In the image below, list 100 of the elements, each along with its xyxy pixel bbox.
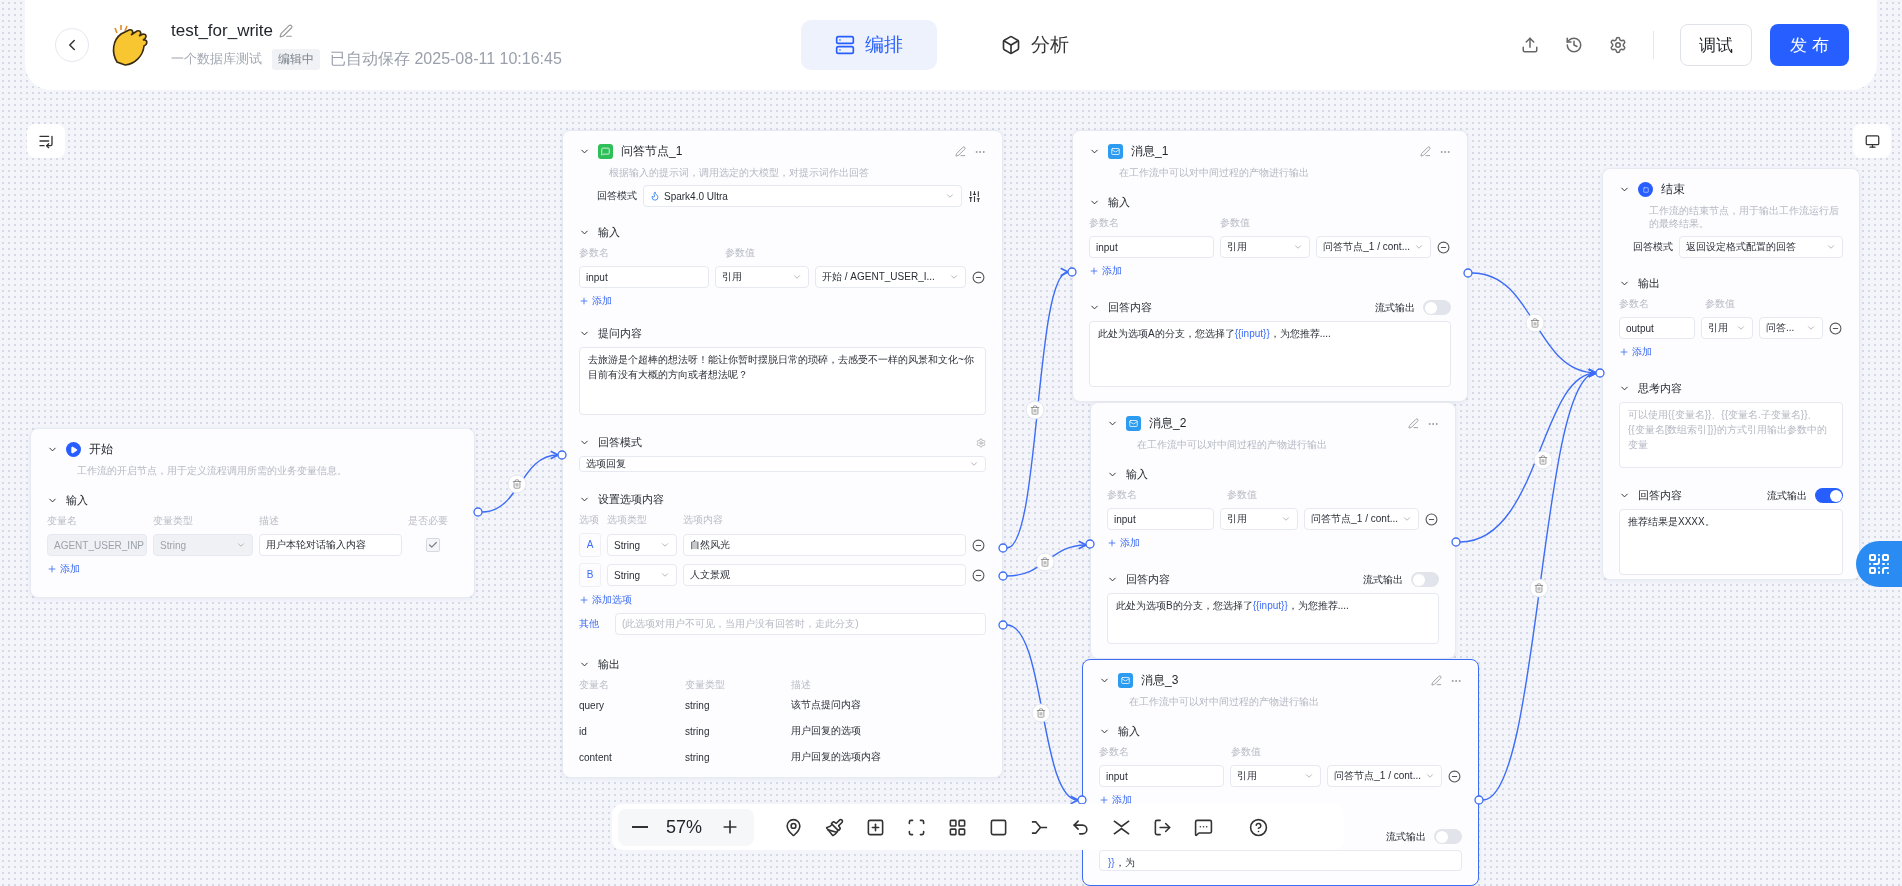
select-field[interactable]: 问答...: [1759, 317, 1823, 339]
connection-port[interactable]: [473, 507, 483, 517]
message-node[interactable]: 消息_2 在工作流中可以对中间过程的产物进行输出 输入 参数名 参数值 input 引用 问答节点_1 / cont... 添加 回答内容 流式输出 此处为选项B的分支，您选择了{{input}}，为您推荐....: [1090, 402, 1456, 659]
option-content-field[interactable]: 自然风光: [683, 534, 966, 556]
remove-icon[interactable]: [1448, 769, 1461, 783]
history-icon[interactable]: [1565, 36, 1584, 54]
edge-delete-button[interactable]: [1025, 400, 1045, 420]
connection-port[interactable]: [998, 620, 1008, 630]
answer-textarea[interactable]: 此处为选项B的分支，您选择了{{input}}，为您推荐....: [1107, 593, 1439, 644]
pencil-icon[interactable]: [955, 146, 966, 157]
select-field[interactable]: 问答节点_1 / cont...: [1316, 236, 1431, 258]
answer-textarea[interactable]: 此处为选项A的分支，您选择了{{input}}，为您推荐....: [1089, 321, 1451, 387]
add-link[interactable]: 添加选项: [579, 593, 632, 607]
edge-line[interactable]: [1006, 624, 1079, 802]
param-name-field[interactable]: input: [1107, 508, 1215, 530]
comment-icon[interactable]: [1194, 817, 1214, 837]
edge-delete-button[interactable]: [507, 474, 527, 494]
select-field[interactable]: 选项回复: [579, 456, 986, 472]
connection-port[interactable]: [998, 571, 1008, 581]
param-name-field[interactable]: input: [1099, 765, 1225, 787]
edge-line[interactable]: [481, 451, 559, 513]
grid-icon[interactable]: [948, 817, 968, 837]
view-tab[interactable]: 分析: [967, 20, 1103, 70]
help-icon[interactable]: [1249, 817, 1269, 837]
connection-port[interactable]: [1595, 368, 1605, 378]
settings-icon[interactable]: [1609, 36, 1628, 54]
qa-node[interactable]: [562, 130, 1003, 778]
select-field[interactable]: 引用: [715, 266, 809, 288]
stream-toggle[interactable]: [1434, 829, 1462, 844]
option-content-field[interactable]: 人文景观: [683, 564, 966, 586]
pencil-icon[interactable]: [1431, 675, 1442, 686]
param-name-field[interactable]: input: [579, 266, 709, 288]
square-icon[interactable]: [989, 817, 1009, 837]
pin-icon[interactable]: [784, 817, 804, 837]
select-field[interactable]: 引用: [1230, 765, 1322, 787]
sliders-icon[interactable]: [968, 189, 981, 203]
add-link[interactable]: 添加: [1107, 536, 1140, 550]
publish-button[interactable]: 发 布: [1770, 24, 1849, 66]
pencil-icon[interactable]: [279, 23, 294, 38]
edge-line[interactable]: [1006, 541, 1087, 577]
select-field[interactable]: 引用: [1220, 508, 1299, 530]
remove-icon[interactable]: [1425, 512, 1438, 526]
brush-icon[interactable]: [825, 817, 845, 837]
param-name-field[interactable]: input: [1089, 236, 1214, 258]
pencil-icon[interactable]: [1408, 418, 1419, 429]
connection-port[interactable]: [1085, 539, 1095, 549]
stream-toggle[interactable]: [1411, 572, 1439, 587]
add-link[interactable]: 添加: [1619, 345, 1652, 359]
remove-icon[interactable]: [972, 270, 985, 284]
scan-icon[interactable]: [907, 817, 927, 837]
exit-icon[interactable]: [1153, 817, 1173, 837]
collapse-icon[interactable]: [1112, 817, 1132, 837]
add-link[interactable]: 添加: [47, 562, 80, 576]
model-select[interactable]: Spark4.0 Ultra: [643, 185, 962, 207]
edge-delete-button[interactable]: [1525, 313, 1545, 333]
select-field[interactable]: String: [607, 564, 677, 586]
connection-port[interactable]: [1451, 537, 1461, 547]
upload-icon[interactable]: [1521, 36, 1540, 54]
column-header: 变量名: [579, 678, 610, 692]
connection-port[interactable]: [1077, 795, 1087, 805]
select-field[interactable]: 引用: [1701, 317, 1753, 339]
panel-toggle-button[interactable]: [27, 124, 65, 158]
edge-delete-button[interactable]: [1533, 450, 1553, 470]
connection-port[interactable]: [1463, 268, 1473, 278]
connection-port[interactable]: [1474, 795, 1484, 805]
chevron-down-icon: [236, 540, 246, 550]
answer-textarea[interactable]: }}，为: [1099, 850, 1462, 871]
select-field[interactable]: 引用: [1219, 236, 1311, 258]
answer-textarea[interactable]: 推荐结果是XXXX。: [1619, 509, 1843, 575]
remove-icon[interactable]: [972, 568, 985, 582]
select-field[interactable]: 问答节点_1 / cont...: [1304, 508, 1419, 530]
stream-toggle[interactable]: [1423, 300, 1451, 315]
connection-port[interactable]: [557, 450, 567, 460]
end-node[interactable]: 结束 工作流的结束节点，用于输出工作流运行后的最终结果。 回答模式 返回设定格式配置的回答 输出 参数名 参数值 output 引用 问答... 添加 思考内容 可以使用{{变量名}}、{{变量名.子变量名}}、{{变量名[数组索引]}}的方式引用输出参数中的变量 回答内容 流式输出 推荐结果是XXXX。: [1602, 168, 1860, 580]
remove-icon[interactable]: [1829, 321, 1842, 335]
undo-icon[interactable]: [1071, 817, 1091, 837]
select-field[interactable]: String: [607, 534, 677, 556]
select-field[interactable]: 问答节点_1 / cont...: [1327, 765, 1442, 787]
edge-delete-button[interactable]: [1031, 703, 1051, 723]
edge-delete-button[interactable]: [1529, 578, 1549, 598]
view-tab[interactable]: 编排: [801, 20, 937, 70]
debug-button[interactable]: 调试: [1680, 24, 1753, 66]
remove-icon[interactable]: [1437, 240, 1450, 254]
pencil-icon[interactable]: [1420, 146, 1431, 157]
add-link[interactable]: 添加: [579, 294, 612, 308]
param-name-field[interactable]: output: [1619, 317, 1695, 339]
add-square-icon[interactable]: [866, 817, 886, 837]
message-node[interactable]: 消息_1 在工作流中可以对中间过程的产物进行输出 输入 参数名 参数值 input 引用 问答节点_1 / cont... 添加 回答内容 流式输出 此处为选项A的分支，您选择了{{input}}，为您推荐....: [1072, 130, 1468, 402]
qr-code-button[interactable]: [1856, 541, 1902, 587]
prompt-textarea[interactable]: 去旅游是个超棒的想法呀！能让你暂时摆脱日常的琐碎，去感受不一样的风景和文化~你目前有没有大概的方向或者想法呢？: [579, 347, 986, 415]
connection-port[interactable]: [998, 543, 1008, 553]
remove-icon[interactable]: [972, 538, 985, 552]
add-link[interactable]: 添加: [1099, 793, 1132, 807]
stream-toggle[interactable]: [1815, 488, 1843, 503]
edge-delete-button[interactable]: [1035, 552, 1055, 572]
monitor-button[interactable]: [1853, 124, 1891, 158]
connection-port[interactable]: [1067, 267, 1077, 277]
select-field[interactable]: 开始 / AGENT_USER_I...: [815, 266, 966, 288]
select-field[interactable]: 返回设定格式配置的回答: [1679, 236, 1843, 258]
add-link[interactable]: 添加: [1089, 264, 1122, 278]
